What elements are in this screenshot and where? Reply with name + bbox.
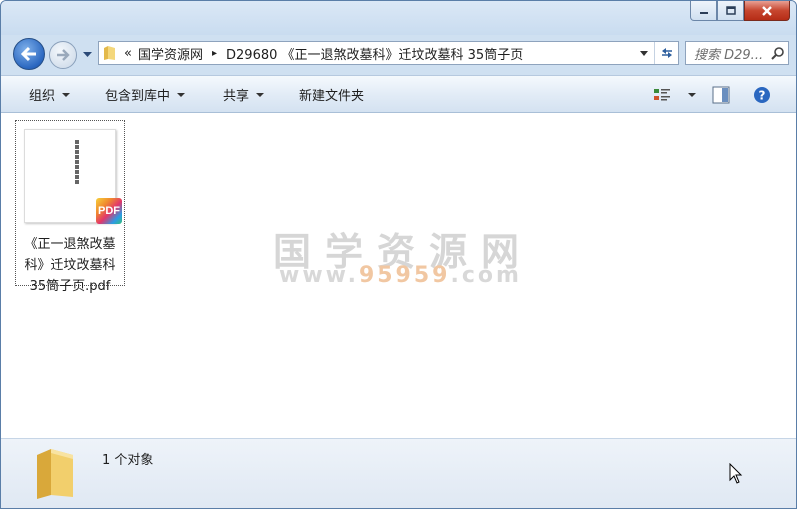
watermark-url-suffix: .com [450,263,522,288]
thumbnail-text-lines [75,140,81,184]
view-options-icon [654,88,670,100]
address-bar[interactable]: « 国学资源网 ▸ D29680 《正一退煞改墓科》迁坟改墓科 35筒子页 [98,41,679,65]
share-button[interactable]: 共享 [223,76,265,113]
chevron-down-icon [256,92,265,97]
preview-pane-button[interactable] [712,76,730,113]
watermark-url-prefix: www. [279,263,359,288]
close-button[interactable] [744,1,790,21]
address-dropdown-button[interactable] [636,42,652,64]
organize-button[interactable]: 组织 [29,76,71,113]
maximize-button[interactable] [717,1,744,21]
new-folder-label: 新建文件夹 [299,89,365,104]
folder-icon [99,42,121,64]
chevron-down-icon [177,92,186,97]
recent-pages-button[interactable] [81,49,93,61]
change-view-button[interactable] [653,76,671,113]
item-count: 1 个对象 [102,453,154,468]
forward-arrow-icon [57,49,70,61]
include-in-library-button[interactable]: 包含到库中 [105,76,186,113]
chevron-down-icon [640,50,648,56]
minimize-icon [699,11,708,14]
file-item[interactable]: PDF 《正一退煞改墓科》迁坟改墓科 35筒子页.pdf [15,120,125,294]
search-icon[interactable] [768,46,788,60]
back-button[interactable] [13,38,45,70]
details-pane: 1 个对象 [1,438,796,508]
watermark-url: www.95959.com [279,263,522,288]
address-overflow[interactable]: « [121,46,135,61]
caption-buttons [690,1,790,21]
explorer-window: « 国学资源网 ▸ D29680 《正一退煞改墓科》迁坟改墓科 35筒子页 搜索… [0,0,797,509]
search-placeholder[interactable]: 搜索 D29... [694,44,768,63]
help-button[interactable]: ? [753,76,771,113]
chevron-down-icon [62,92,71,97]
include-library-label: 包含到库中 [105,89,171,104]
breadcrumb-segment[interactable]: D29680 《正一退煞改墓科》迁坟改墓科 35筒子页 [223,44,526,63]
close-icon [762,5,772,16]
title-bar[interactable] [1,1,796,35]
search-input[interactable]: 搜索 D29... [685,41,789,65]
help-icon: ? [754,86,770,103]
maximize-icon [725,5,736,15]
share-label: 共享 [223,89,250,104]
mouse-cursor-icon [729,463,743,484]
back-arrow-icon [20,46,36,62]
view-dropdown-button[interactable] [681,76,696,113]
navigation-row: « 国学资源网 ▸ D29680 《正一退煞改墓科》迁坟改墓科 35筒子页 搜索… [1,35,796,75]
organize-label: 组织 [29,89,56,104]
minimize-button[interactable] [690,1,717,21]
refresh-button[interactable] [654,42,678,64]
forward-button[interactable] [49,41,77,69]
file-list-area[interactable]: PDF 《正一退煞改墓科》迁坟改墓科 35筒子页.pdf 国学资源网 www.9… [1,113,796,438]
file-name[interactable]: 《正一退煞改墓科》迁坟改墓科 35筒子页.pdf [18,234,122,297]
chevron-down-icon [82,52,92,57]
breadcrumb-separator[interactable]: ▸ [206,48,223,59]
watermark-url-highlight: 95959 [358,263,451,288]
folder-icon [31,445,79,501]
refresh-icon [661,48,672,58]
svg-text:?: ? [759,88,766,102]
pdf-icon: PDF [96,198,122,224]
command-bar: 组织 包含到库中 共享 新建文件夹 ? [1,75,796,113]
new-folder-button[interactable]: 新建文件夹 [299,76,364,113]
breadcrumb-segment[interactable]: 国学资源网 [135,44,206,63]
preview-pane-icon [712,86,730,103]
chevron-down-icon [688,92,696,97]
